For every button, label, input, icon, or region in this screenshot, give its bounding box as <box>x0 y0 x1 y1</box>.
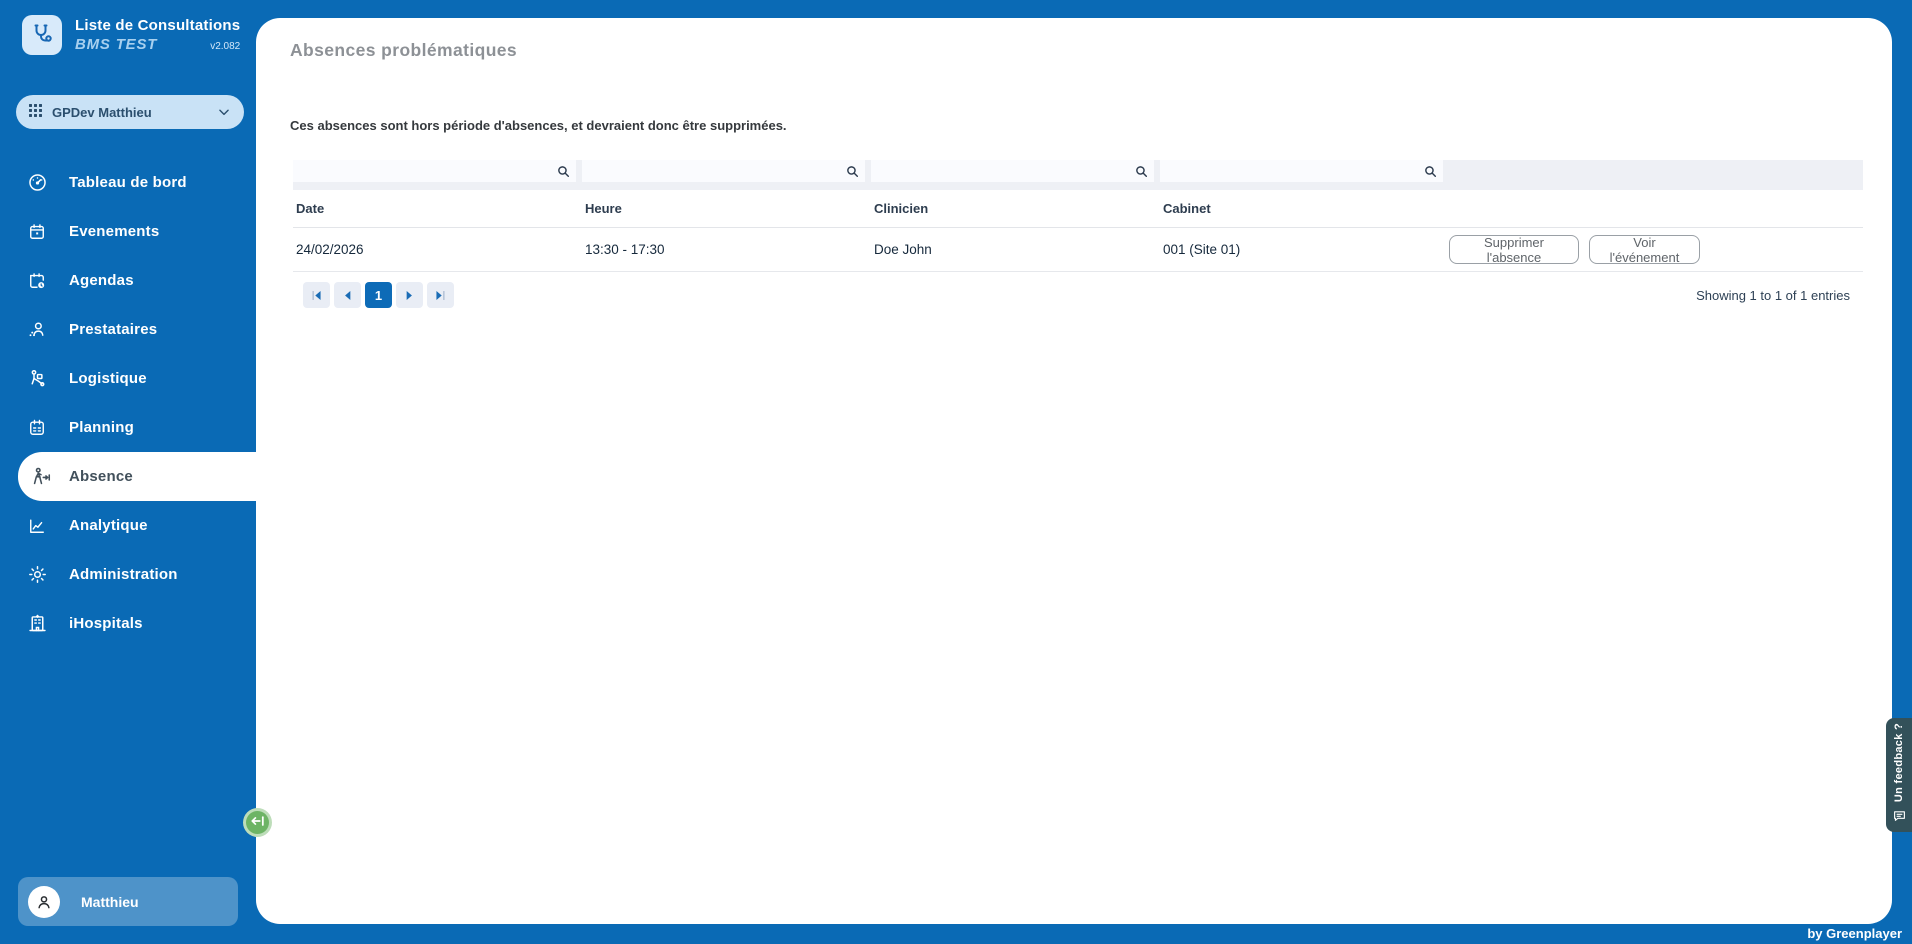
pagination: 1 <box>303 282 454 308</box>
sidebar-item-label: Tableau de bord <box>69 174 187 191</box>
calendar-grid-icon <box>26 417 48 439</box>
sidebar-item-ihospitals[interactable]: iHospitals <box>0 599 256 648</box>
chat-bubble-icon <box>1893 809 1906 827</box>
sidebar-item-agendas[interactable]: Agendas <box>0 256 256 305</box>
search-icon[interactable] <box>1134 164 1149 179</box>
filter-input-date[interactable] <box>293 160 556 182</box>
chart-icon <box>26 515 48 537</box>
absences-table: Date Heure Clinicien Cabinet 24/02/2026 … <box>293 160 1863 308</box>
column-header-date[interactable]: Date <box>293 201 582 216</box>
view-event-button[interactable]: Voir l'événement <box>1589 235 1700 264</box>
footer-credit: by Greenplayer <box>1807 926 1902 941</box>
sidebar-item-absence[interactable]: Absence <box>18 452 256 501</box>
table-footer: 1 Showing 1 to 1 of 1 entries <box>293 282 1863 308</box>
calendar-badge-icon <box>26 270 48 292</box>
sidebar-item-planning[interactable]: Planning <box>0 403 256 452</box>
filter-input-clinicien[interactable] <box>871 160 1134 182</box>
delete-absence-button[interactable]: Supprimer l'absence <box>1449 235 1579 264</box>
app-logo-row: Liste de Consultations BMS TEST v2.082 <box>22 15 236 55</box>
workspace-label: GPDev Matthieu <box>52 105 152 120</box>
column-header-heure[interactable]: Heure <box>582 201 871 216</box>
sidebar: Liste de Consultations BMS TEST v2.082 G… <box>0 0 256 944</box>
feedback-label: Un feedback ? <box>1893 723 1905 802</box>
table-filter-row <box>293 160 1863 190</box>
filter-cell-cabinet <box>1160 160 1443 182</box>
pagination-next-button[interactable] <box>396 282 423 308</box>
sidebar-item-label: Absence <box>69 468 133 485</box>
cell-heure: 13:30 - 17:30 <box>582 242 871 257</box>
stethoscope-icon <box>30 21 54 50</box>
user-name: Matthieu <box>81 894 139 910</box>
sidebar-item-analytique[interactable]: Analytique <box>0 501 256 550</box>
trolley-icon <box>26 368 48 390</box>
sidebar-nav: Tableau de bord Evenements Agendas <box>0 158 256 648</box>
filter-cell-heure <box>582 160 865 182</box>
search-icon[interactable] <box>845 164 860 179</box>
table-row: 24/02/2026 13:30 - 17:30 Doe John 001 (S… <box>293 228 1863 272</box>
cell-cabinet: 001 (Site 01) <box>1160 242 1449 257</box>
user-card[interactable]: Matthieu <box>18 877 238 926</box>
app-logo <box>22 15 62 55</box>
workspace-selector[interactable]: GPDev Matthieu <box>16 95 244 129</box>
filter-input-heure[interactable] <box>582 160 845 182</box>
chevron-down-icon <box>217 105 231 119</box>
sidebar-item-administration[interactable]: Administration <box>0 550 256 599</box>
entries-summary: Showing 1 to 1 of 1 entries <box>1696 288 1850 303</box>
sidebar-item-prestataires[interactable]: Prestataires <box>0 305 256 354</box>
main-panel: Absences problématiques Ces absences son… <box>256 18 1892 924</box>
search-icon[interactable] <box>556 164 571 179</box>
filter-input-cabinet[interactable] <box>1160 160 1423 182</box>
column-header-cabinet[interactable]: Cabinet <box>1160 201 1449 216</box>
sidebar-item-label: iHospitals <box>69 615 143 632</box>
pagination-first-button[interactable] <box>303 282 330 308</box>
cell-date: 24/02/2026 <box>293 242 582 257</box>
sidebar-item-label: Evenements <box>69 223 159 240</box>
pagination-page-1[interactable]: 1 <box>365 282 392 308</box>
sidebar-item-label: Logistique <box>69 370 147 387</box>
sidebar-item-label: Planning <box>69 419 134 436</box>
filter-cell-clinicien <box>871 160 1154 182</box>
sidebar-item-label: Agendas <box>69 272 134 289</box>
avatar <box>28 886 60 918</box>
table-header-row: Date Heure Clinicien Cabinet <box>293 190 1863 228</box>
sidebar-item-label: Administration <box>69 566 178 583</box>
hospital-icon <box>26 613 48 635</box>
gear-icon <box>26 564 48 586</box>
sidebar-item-label: Prestataires <box>69 321 157 338</box>
sidebar-item-logistique[interactable]: Logistique <box>0 354 256 403</box>
sidebar-item-label: Analytique <box>69 517 148 534</box>
pagination-prev-button[interactable] <box>334 282 361 308</box>
calendar-icon <box>26 221 48 243</box>
pagination-last-button[interactable] <box>427 282 454 308</box>
grid-icon <box>29 104 42 120</box>
search-icon[interactable] <box>1423 164 1438 179</box>
sidebar-collapse-button[interactable] <box>243 808 272 837</box>
sidebar-item-tableau-de-bord[interactable]: Tableau de bord <box>0 158 256 207</box>
feedback-tab[interactable]: Un feedback ? <box>1886 718 1912 832</box>
app-version: v2.082 <box>210 41 240 52</box>
page-title: Absences problématiques <box>290 40 517 61</box>
app-subtitle: BMS TEST <box>75 36 157 53</box>
collapse-arrow-icon <box>251 814 265 832</box>
column-header-clinicien[interactable]: Clinicien <box>871 201 1160 216</box>
cell-clinicien: Doe John <box>871 242 1160 257</box>
user-group-icon <box>26 319 48 341</box>
app-title: Liste de Consultations <box>75 17 240 34</box>
gauge-icon <box>26 172 48 194</box>
page-note: Ces absences sont hors période d'absence… <box>290 118 787 133</box>
filter-cell-date <box>293 160 576 182</box>
sidebar-item-evenements[interactable]: Evenements <box>0 207 256 256</box>
walking-person-icon <box>30 466 52 488</box>
